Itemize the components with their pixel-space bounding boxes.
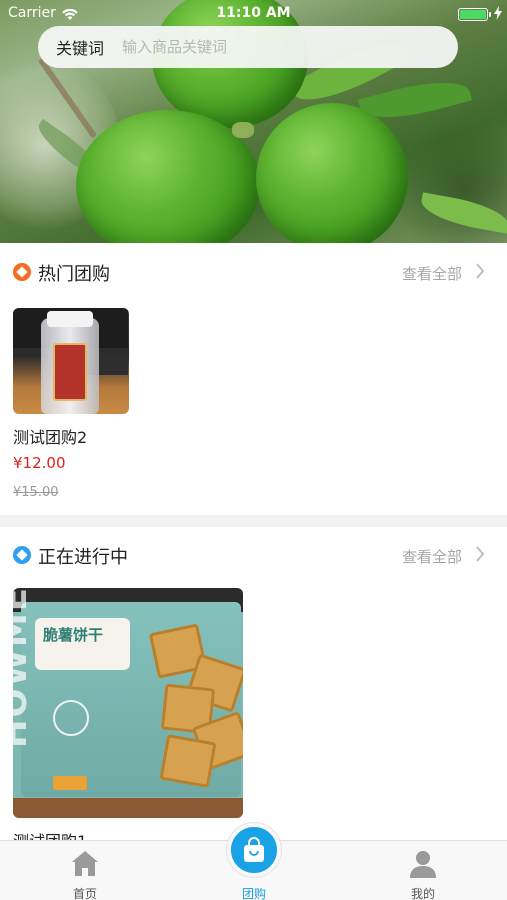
section-header-hot: 热门团购 查看全部 — [0, 247, 507, 297]
product-card[interactable]: 脆薯饼干 HOWME 测试团购1 — [13, 588, 243, 851]
product-original-price: ¥15.00 — [13, 485, 59, 500]
battery-level — [460, 10, 486, 19]
section-marker-icon — [13, 546, 31, 564]
section-divider — [0, 515, 507, 527]
chevron-right-icon[interactable] — [475, 263, 485, 283]
charging-icon — [494, 6, 502, 23]
photo-box-tag — [53, 776, 87, 790]
app-screen: Carrier 11:10 AM 关键词 热门团购 查看全部 — [0, 0, 507, 900]
status-bar: Carrier 11:10 AM — [0, 0, 507, 28]
biscuit-box-photo: 脆薯饼干 HOWME — [13, 588, 243, 818]
tab-home[interactable]: 首页 — [30, 841, 140, 900]
chevron-right-icon[interactable] — [475, 546, 485, 566]
photo-cracker — [159, 734, 217, 788]
search-bar[interactable]: 关键词 — [38, 26, 458, 68]
tab-label: 首页 — [72, 887, 97, 900]
section-title: 热门团购 — [38, 264, 110, 285]
clock-time: 11:10 AM — [216, 5, 291, 21]
tab-label: 我的 — [410, 887, 435, 900]
section-marker-icon — [13, 263, 31, 281]
photo-box-brand: HOWME — [13, 588, 35, 748]
photo-shelf — [13, 798, 243, 818]
banner-fruit — [256, 103, 408, 243]
view-all-link[interactable]: 查看全部 — [402, 546, 462, 567]
photo-jar-label — [53, 343, 87, 401]
jar-photo — [13, 308, 129, 414]
section-header-ongoing: 正在进行中 查看全部 — [0, 530, 507, 580]
search-keyword-label: 关键词 — [56, 39, 105, 58]
battery-icon — [458, 8, 491, 21]
product-price: ¥12.00 — [13, 454, 66, 472]
photo-box-title: 脆薯饼干 — [43, 626, 104, 644]
battery-terminal — [489, 12, 491, 17]
search-input[interactable] — [122, 38, 403, 56]
section-title: 正在进行中 — [38, 547, 128, 568]
tab-bar: 首页 团购 我的 — [0, 823, 507, 900]
home-icon — [70, 849, 100, 881]
tab-profile[interactable]: 我的 — [368, 841, 478, 900]
user-icon — [408, 849, 438, 883]
photo-box-badge — [53, 700, 89, 736]
tab-groupbuy[interactable]: 团购 — [199, 841, 309, 900]
banner-fruit-stem — [232, 122, 254, 138]
product-name: 测试团购2 — [13, 428, 88, 447]
photo-jar-lid — [47, 311, 93, 327]
product-image[interactable]: 脆薯饼干 HOWME — [13, 588, 243, 818]
product-card[interactable]: 测试团购2 ¥12.00 ¥15.00 — [13, 308, 129, 508]
tab-label: 团购 — [241, 887, 266, 900]
product-image[interactable] — [13, 308, 129, 414]
view-all-link[interactable]: 查看全部 — [402, 263, 462, 284]
